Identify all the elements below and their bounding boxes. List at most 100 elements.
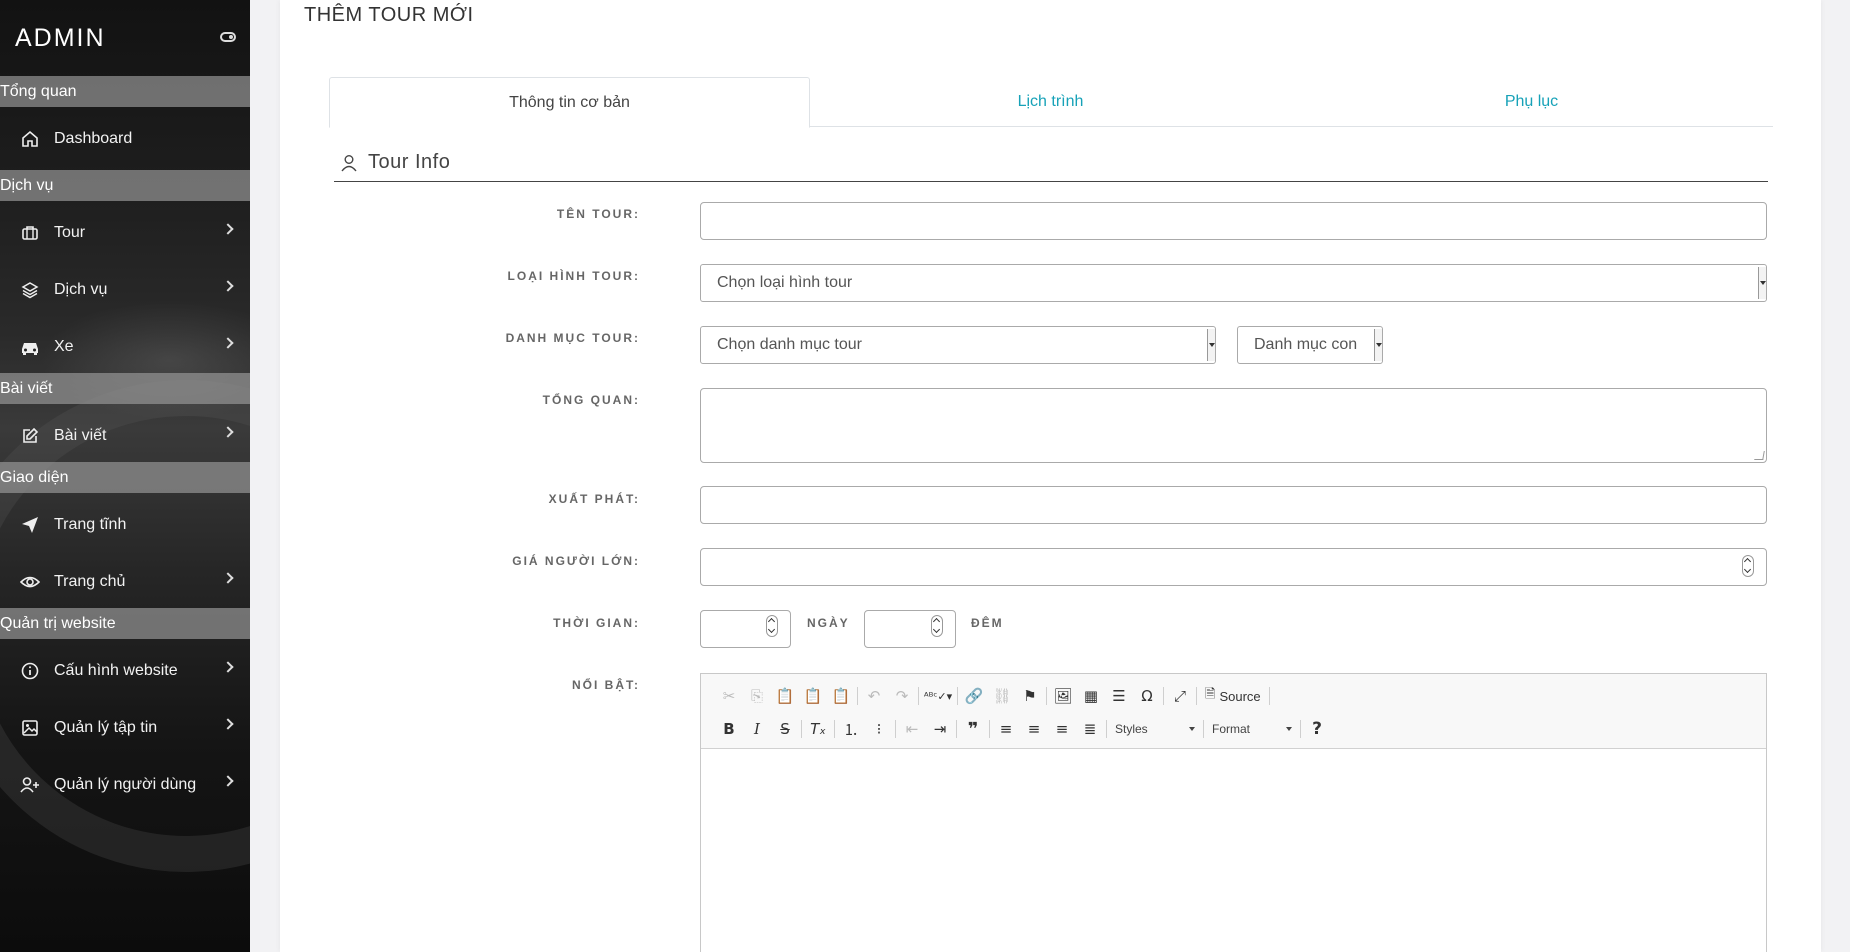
tab-appendix[interactable]: Phụ lục xyxy=(1291,77,1772,127)
chevron-right-icon xyxy=(222,337,234,349)
dropdown-caret-icon xyxy=(1758,267,1766,299)
sidebar-item-users[interactable]: Quản lý người dùng xyxy=(0,760,250,810)
sidebar-item-label: Trang tĩnh xyxy=(54,516,127,533)
section-header: Tour Info xyxy=(334,144,1768,182)
sidebar-item-dashboard[interactable]: Dashboard xyxy=(0,114,250,164)
briefcase-icon xyxy=(20,223,40,243)
tour-category-select[interactable]: Chọn danh mục tour xyxy=(700,326,1216,364)
home-icon xyxy=(20,129,40,149)
user-plus-icon xyxy=(20,775,40,795)
sidebar-item-home[interactable]: Trang chủ xyxy=(0,557,250,607)
unlink-icon[interactable]: ⛓ xyxy=(988,683,1016,709)
source-label: Source xyxy=(1219,688,1261,704)
sidebar-item-label: Dashboard xyxy=(54,130,133,147)
toolbar-separator xyxy=(957,687,958,705)
anchor-flag-icon[interactable]: ⚑ xyxy=(1016,683,1044,709)
paste-word-icon[interactable]: 📋 xyxy=(827,683,855,709)
chevron-right-icon xyxy=(222,661,234,673)
format-dropdown[interactable]: Format xyxy=(1206,717,1298,741)
toolbar-separator xyxy=(1203,720,1204,738)
special-char-icon[interactable]: Ω xyxy=(1133,683,1161,709)
align-center-icon[interactable]: ≡ xyxy=(1020,716,1048,742)
section-overview: Tổng quan xyxy=(0,76,250,107)
toolbar-separator xyxy=(1300,720,1301,738)
paste-text-icon[interactable]: 📋 xyxy=(799,683,827,709)
sidebar-item-car[interactable]: Xe xyxy=(0,322,250,372)
adult-price-input[interactable] xyxy=(700,548,1767,586)
outdent-icon[interactable]: ⇤ xyxy=(898,716,926,742)
styles-label: Styles xyxy=(1115,722,1148,736)
toolbar-separator xyxy=(834,720,835,738)
editor-content-area[interactable] xyxy=(701,749,1766,952)
tabs: Thông tin cơ bản Lịch trình Phụ lục xyxy=(329,77,1773,128)
bulleted-list-icon[interactable]: ⁝ xyxy=(865,716,893,742)
blockquote-icon[interactable]: ❞ xyxy=(959,716,987,742)
tab-basic-info[interactable]: Thông tin cơ bản xyxy=(329,77,810,128)
copy-icon[interactable]: ⎘ xyxy=(743,683,771,709)
sidebar-item-service[interactable]: Dịch vụ xyxy=(0,265,250,315)
section-appearance: Giao diện xyxy=(0,462,250,493)
sidebar-item-tour[interactable]: Tour xyxy=(0,208,250,258)
sidebar-toggle-icon[interactable] xyxy=(220,32,236,42)
number-spinner-icon[interactable] xyxy=(1742,555,1754,577)
sidebar: ADMIN Tổng quan Dashboard Dịch vụ Tour D… xyxy=(0,0,250,952)
sidebar-item-post[interactable]: Bài viết xyxy=(0,411,250,461)
help-icon[interactable]: ? xyxy=(1303,716,1331,742)
label-overview: TỔNG QUAN: xyxy=(542,393,640,407)
sidebar-item-files[interactable]: Quản lý tập tin xyxy=(0,703,250,753)
number-spinner-icon[interactable] xyxy=(931,615,943,637)
styles-dropdown[interactable]: Styles xyxy=(1109,717,1201,741)
tour-category-select-value: Chọn danh mục tour xyxy=(717,336,862,353)
label-adult-price: GIÁ NGƯỜI LỚN: xyxy=(512,554,640,568)
horizontal-line-icon[interactable]: ☰ xyxy=(1105,683,1133,709)
align-right-icon[interactable]: ≡ xyxy=(1048,716,1076,742)
editor-toolbar: ✂ ⎘ 📋 📋 📋 ↶ ↷ ᴬᴮᶜ✓▾ 🔗 ⛓ ⚑ 🖼 ▦ ☰ Ω ⤢ 🗎 So… xyxy=(701,674,1766,749)
maximize-icon[interactable]: ⤢ xyxy=(1166,683,1194,709)
link-icon[interactable]: 🔗 xyxy=(960,683,988,709)
sidebar-item-static-page[interactable]: Trang tĩnh xyxy=(0,500,250,550)
overview-textarea[interactable] xyxy=(700,388,1767,463)
numbered-list-icon[interactable]: ⒈ xyxy=(837,716,865,742)
image-icon[interactable]: 🖼 xyxy=(1049,683,1077,709)
tab-schedule[interactable]: Lịch trình xyxy=(810,77,1291,127)
nights-input[interactable] xyxy=(864,610,956,648)
strike-icon[interactable]: S xyxy=(771,716,799,742)
tour-type-select[interactable]: Chọn loại hình tour xyxy=(700,264,1767,302)
chevron-down-icon xyxy=(1189,727,1195,731)
departure-input[interactable] xyxy=(700,486,1767,524)
edit-icon xyxy=(20,426,40,446)
sidebar-item-site-config[interactable]: Cấu hình website xyxy=(0,646,250,696)
italic-icon[interactable]: I xyxy=(743,716,771,742)
brand: ADMIN xyxy=(0,0,250,76)
label-tour-category: DANH MỤC TOUR: xyxy=(505,331,640,345)
subcategory-select[interactable]: Danh mục con xyxy=(1237,326,1383,364)
toolbar-separator xyxy=(1163,687,1164,705)
paper-plane-icon xyxy=(20,515,40,535)
table-icon[interactable]: ▦ xyxy=(1077,683,1105,709)
tour-name-input[interactable] xyxy=(700,202,1767,240)
sidebar-item-label: Trang chủ xyxy=(54,573,126,590)
toolbar-separator xyxy=(956,720,957,738)
cut-icon[interactable]: ✂ xyxy=(715,683,743,709)
toolbar-separator xyxy=(801,720,802,738)
toolbar-row-2: B I S Tₓ ⒈ ⁝ ⇤ ⇥ ❞ ≡ ≡ ≡ ≣ Styles Format… xyxy=(715,715,1331,743)
spellcheck-icon[interactable]: ᴬᴮᶜ✓▾ xyxy=(921,683,955,709)
tour-type-select-value: Chọn loại hình tour xyxy=(717,274,853,291)
bold-icon[interactable]: B xyxy=(715,716,743,742)
indent-icon[interactable]: ⇥ xyxy=(926,716,954,742)
source-button[interactable]: 🗎 Source xyxy=(1199,683,1267,709)
remove-format-icon[interactable]: Tₓ xyxy=(804,716,832,742)
undo-icon[interactable]: ↶ xyxy=(860,683,888,709)
number-spinner-icon[interactable] xyxy=(766,615,778,637)
toolbar-separator xyxy=(989,720,990,738)
main-card: THÊM TOUR MỚI Thông tin cơ bản Lịch trìn… xyxy=(280,0,1821,952)
redo-icon[interactable]: ↷ xyxy=(888,683,916,709)
justify-icon[interactable]: ≣ xyxy=(1076,716,1104,742)
paste-icon[interactable]: 📋 xyxy=(771,683,799,709)
align-left-icon[interactable]: ≡ xyxy=(992,716,1020,742)
source-icon: 🗎 xyxy=(1205,686,1216,701)
sidebar-item-label: Cấu hình website xyxy=(54,662,178,679)
days-input[interactable] xyxy=(700,610,791,648)
chevron-right-icon xyxy=(222,280,234,292)
toolbar-separator xyxy=(1196,687,1197,705)
